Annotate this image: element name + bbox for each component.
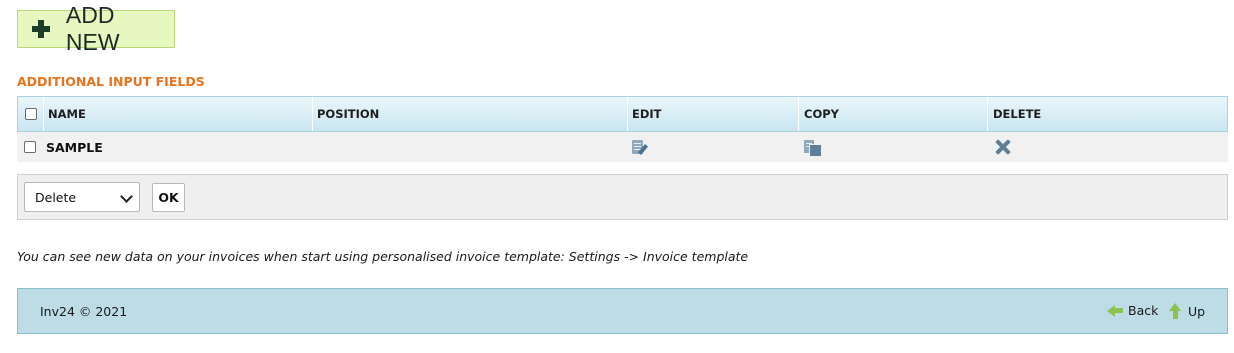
edit-icon[interactable] xyxy=(631,139,651,155)
select-all-checkbox[interactable] xyxy=(24,108,37,120)
row-copy-cell xyxy=(797,132,986,162)
bulk-action-select[interactable]: Delete xyxy=(24,182,140,212)
plus-icon xyxy=(32,20,50,38)
table-row: SAMPLE xyxy=(17,132,1228,162)
add-new-button[interactable]: ADD NEW xyxy=(17,2,175,55)
row-name: SAMPLE xyxy=(46,139,103,155)
row-checkbox[interactable] xyxy=(23,141,36,153)
bulk-action-bar: Delete OK xyxy=(17,174,1228,220)
header-checkbox-cell xyxy=(18,97,43,131)
back-label: Back xyxy=(1128,303,1159,318)
row-delete-cell xyxy=(986,132,1228,162)
add-new-label: ADD NEW xyxy=(65,2,120,55)
row-checkbox-cell xyxy=(17,132,42,162)
up-arrow-icon xyxy=(1169,303,1181,319)
info-note: You can see new data on your invoices wh… xyxy=(17,249,749,264)
chevron-down-icon xyxy=(120,190,133,203)
up-link[interactable]: Up xyxy=(1169,303,1205,319)
up-label: Up xyxy=(1188,303,1206,319)
row-edit-cell xyxy=(626,132,797,162)
footer: Inv24 © 2021 Back Up xyxy=(17,288,1228,334)
column-header-copy: COPY xyxy=(798,97,987,131)
page: ADD NEW ADDITIONAL INPUT FIELDS NAME POS… xyxy=(0,0,1234,353)
back-link[interactable]: Back xyxy=(1107,303,1158,318)
section-title: ADDITIONAL INPUT FIELDS xyxy=(17,74,205,89)
table-header: NAME POSITION EDIT COPY DELETE xyxy=(17,96,1228,132)
back-arrow-icon xyxy=(1107,304,1115,317)
delete-icon[interactable] xyxy=(994,138,1012,156)
column-header-position[interactable]: POSITION xyxy=(312,97,627,131)
copyright-text: Inv24 © 2021 xyxy=(40,304,128,319)
bulk-action-selected: Delete xyxy=(35,189,77,205)
column-header-delete: DELETE xyxy=(987,97,1229,131)
column-header-edit: EDIT xyxy=(627,97,798,131)
row-position xyxy=(311,132,626,162)
fields-table: NAME POSITION EDIT COPY DELETE SAMPLE xyxy=(17,96,1228,162)
ok-button[interactable]: OK xyxy=(152,183,185,212)
copy-icon[interactable] xyxy=(803,139,823,157)
column-header-name[interactable]: NAME xyxy=(43,97,312,131)
